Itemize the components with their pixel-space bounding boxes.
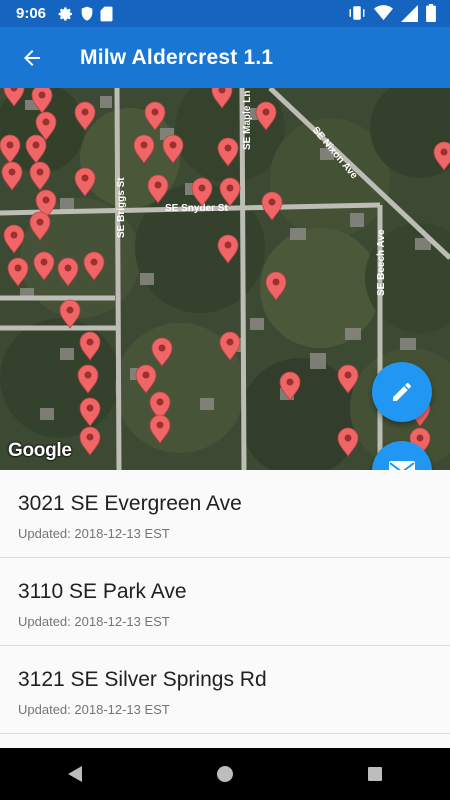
address-text: 3021 SE Evergreen Ave bbox=[18, 492, 242, 515]
map-pin-dot bbox=[6, 141, 14, 149]
status-bar: 9:06 bbox=[0, 0, 450, 27]
recents-square-icon bbox=[368, 767, 382, 781]
map-pin-dot bbox=[84, 371, 92, 379]
street-label: SE Snyder St bbox=[165, 203, 228, 214]
map-pin-dot bbox=[344, 434, 352, 442]
map-pin-dot bbox=[154, 181, 162, 189]
map-pin-dot bbox=[156, 398, 164, 406]
street-label: SE Maple Ln bbox=[242, 91, 253, 150]
page-title: Milw Aldercrest 1.1 bbox=[80, 45, 274, 69]
settings-icon bbox=[58, 6, 73, 21]
list-item[interactable]: 3110 SE Park Ave Updated: 2018-12-13 EST bbox=[0, 558, 450, 646]
back-triangle-icon bbox=[68, 766, 82, 782]
vibrate-icon bbox=[349, 6, 365, 20]
address-text: 3121 SE Silver Springs Rd bbox=[18, 668, 267, 691]
map-pin-dot bbox=[268, 198, 276, 206]
updated-text: Updated: 2018-12-13 EST bbox=[18, 614, 170, 629]
app-bar: Milw Aldercrest 1.1 bbox=[0, 27, 450, 88]
battery-icon bbox=[426, 4, 436, 22]
map-pin-dot bbox=[86, 338, 94, 346]
nav-recents-button[interactable] bbox=[345, 752, 405, 796]
system-nav-bar bbox=[0, 748, 450, 800]
map-pin-dot bbox=[40, 258, 48, 266]
status-left-icons bbox=[58, 6, 113, 22]
map-pin-dot bbox=[38, 91, 46, 99]
map-pin-dot bbox=[66, 306, 74, 314]
wifi-icon bbox=[374, 5, 393, 21]
map-pin-dot bbox=[151, 108, 159, 116]
map-pin-dot bbox=[36, 218, 44, 226]
arrow-back-icon bbox=[24, 49, 40, 66]
status-right-icons bbox=[348, 4, 436, 22]
shield-icon bbox=[81, 6, 93, 21]
map-pin-dot bbox=[32, 141, 40, 149]
edit-button[interactable] bbox=[372, 362, 432, 422]
map-pin-dot bbox=[226, 184, 234, 192]
list-item[interactable]: 3121 SE Silver Springs Rd Updated: 2018-… bbox=[0, 646, 450, 734]
map-pin-dot bbox=[156, 421, 164, 429]
map-pin-dot bbox=[169, 141, 177, 149]
map-pin-dot bbox=[86, 404, 94, 412]
map-pin-dot bbox=[36, 168, 44, 176]
home-circle-icon bbox=[217, 766, 233, 782]
map-pin-dot bbox=[42, 196, 50, 204]
map-pin-dot bbox=[224, 241, 232, 249]
sd-card-icon bbox=[100, 6, 113, 21]
map-pin-dot bbox=[286, 378, 294, 386]
map-pin-dot bbox=[14, 264, 22, 272]
back-button[interactable] bbox=[4, 30, 60, 86]
address-text: 3110 SE Park Ave bbox=[18, 580, 187, 603]
map-pin-dot bbox=[344, 371, 352, 379]
map-pin-dot bbox=[42, 118, 50, 126]
address-list: 3021 SE Evergreen Ave Updated: 2018-12-1… bbox=[0, 470, 450, 748]
map-pin-dot bbox=[81, 174, 89, 182]
map-pin-dot bbox=[90, 258, 98, 266]
updated-text: Updated: 2018-12-13 EST bbox=[18, 702, 170, 717]
map-pin-dot bbox=[86, 433, 94, 441]
nav-home-button[interactable] bbox=[195, 752, 255, 796]
map-pin-dot bbox=[262, 108, 270, 116]
map-pin-dot bbox=[272, 278, 280, 286]
map-pin-dot bbox=[416, 434, 424, 442]
map-pin-dot bbox=[198, 184, 206, 192]
street-label: SE Briggs St bbox=[116, 177, 127, 238]
list-item[interactable]: 3021 SE Evergreen Ave Updated: 2018-12-1… bbox=[0, 470, 450, 558]
map-pin-dot bbox=[226, 338, 234, 346]
google-logo: Google bbox=[8, 440, 72, 461]
map-pin-dot bbox=[64, 264, 72, 272]
pencil-icon bbox=[393, 382, 411, 401]
status-time: 9:06 bbox=[16, 5, 47, 22]
map-pin-dot bbox=[140, 141, 148, 149]
map-pin-dot bbox=[224, 144, 232, 152]
map-pin-dot bbox=[142, 371, 150, 379]
map-pin-dot bbox=[81, 108, 89, 116]
signal-icon bbox=[401, 4, 418, 22]
updated-text: Updated: 2018-12-13 EST bbox=[18, 526, 170, 541]
map-pin-dot bbox=[440, 148, 448, 156]
street-label: SE Beech Ave bbox=[376, 229, 387, 296]
map-pin-dot bbox=[8, 168, 16, 176]
nav-back-button[interactable] bbox=[45, 752, 105, 796]
map-pin-dot bbox=[158, 344, 166, 352]
map-pin-dot bbox=[10, 231, 18, 239]
